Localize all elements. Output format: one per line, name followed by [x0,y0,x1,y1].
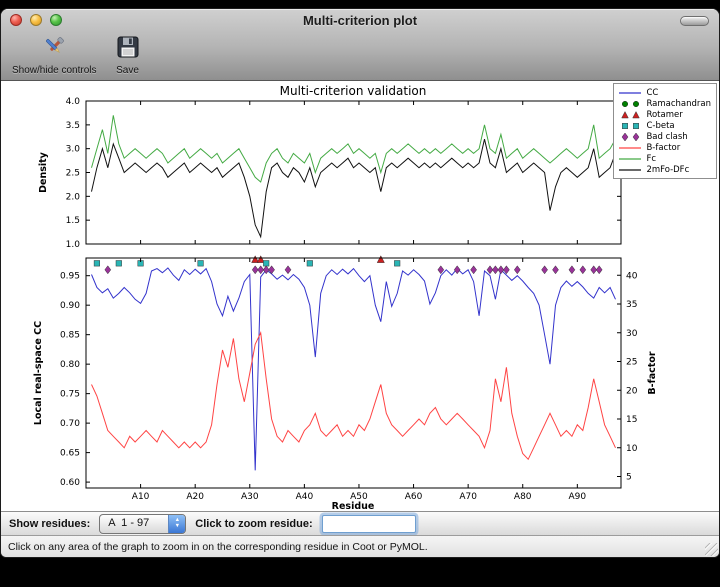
legend-entry-b-factor: B-factor [617,142,711,153]
b-factor-legend-glyph [617,143,643,153]
legend-entry-c-beta: C-beta [617,120,711,131]
resize-grip[interactable] [705,543,718,556]
svg-text:A70: A70 [459,492,477,502]
bfactor-axis-label: B-factor [647,351,658,394]
2mfo-dfc-legend-glyph [617,165,643,175]
legend-entry-rotamer: Rotamer [617,109,711,120]
svg-text:0.95: 0.95 [60,272,80,282]
svg-text:2.0: 2.0 [66,192,81,202]
svg-text:3.5: 3.5 [66,121,80,131]
figure-svg[interactable]: Multi-criterion validation Density Local… [1,81,717,511]
svg-text:40: 40 [626,271,638,281]
statusbar: Click on any area of the graph to zoom i… [1,535,719,557]
svg-text:0.90: 0.90 [60,301,80,311]
legend-entry-bad-clash: Bad clash [617,131,711,142]
toolbar-button-label: Save [116,65,139,76]
legend-label: Bad clash [646,132,687,142]
legend-label: B-factor [646,143,680,153]
svg-text:20: 20 [626,386,638,396]
status-text: Click on any area of the graph to zoom i… [8,541,428,553]
bad-clash-legend-glyph [617,132,643,142]
save-icon [115,34,141,65]
window-chrome: Multi-criterion plot [1,9,719,81]
legend-label: C-beta [646,121,674,131]
chain-range-select[interactable]: A 1 - 97 ▲▼ [99,514,186,534]
ramachandran-legend-glyph [617,99,643,109]
svg-text:0.80: 0.80 [60,360,80,370]
legend-entry-2mfo-dfc: 2mFo-DFc [617,164,711,175]
desktop: { "window": { "title": "Multi-criterion … [0,0,720,587]
svg-text:A60: A60 [405,492,423,502]
show-residues-label: Show residues: [9,518,90,530]
svg-text:10: 10 [626,444,638,454]
c-beta-legend-glyph [617,121,643,131]
plot-canvas[interactable]: Multi-criterion validation Density Local… [1,81,719,511]
svg-text:35: 35 [626,300,637,310]
minimize-button[interactable] [30,14,42,26]
svg-text:0.60: 0.60 [60,478,80,488]
save-button[interactable]: Save [108,33,148,77]
toolbar: Show/hide controls Save [1,31,719,80]
svg-text:0.75: 0.75 [60,390,80,400]
svg-text:A30: A30 [241,492,259,502]
legend-label: 2mFo-DFc [646,165,689,175]
plot-layers: 1.0 1.5 2.0 2.5 3.0 3.5 4.0 A10 A20 A30 A40 A50 A60 A… [60,97,638,502]
svg-text:15: 15 [626,415,637,425]
svg-text:4.0: 4.0 [66,97,81,107]
legend: CCRamachandranRotamerC-betaBad clashB-fa… [613,83,717,179]
residue-axis-label: Residue [332,501,375,511]
svg-text:A90: A90 [569,492,587,502]
traffic-lights [10,14,62,26]
svg-text:1.0: 1.0 [66,240,81,250]
zoom-residue-label: Click to zoom residue: [195,518,312,530]
controls-bar: Show residues: A 1 - 97 ▲▼ Click to zoom… [1,511,719,535]
cc-legend-glyph [617,88,643,98]
density-axis-label: Density [38,151,49,193]
svg-text:0.85: 0.85 [60,331,80,341]
svg-text:A50: A50 [350,492,368,502]
titlebar[interactable]: Multi-criterion plot [1,9,719,31]
svg-text:30: 30 [626,329,638,339]
toolbar-toggle-button[interactable] [680,16,709,26]
zoom-window-button[interactable] [50,14,62,26]
svg-text:3.0: 3.0 [66,145,81,155]
legend-label: Rotamer [646,110,682,120]
combo-stepper-icon: ▲▼ [168,515,185,533]
legend-label: Ramachandran [646,99,711,109]
rotamer-legend-glyph [617,110,643,120]
legend-entry-cc: CC [617,87,711,98]
svg-text:25: 25 [626,358,637,368]
svg-text:0.70: 0.70 [60,419,80,429]
svg-text:1.5: 1.5 [66,216,80,226]
svg-text:A20: A20 [186,492,204,502]
svg-text:A40: A40 [296,492,314,502]
cc-axis-label: Local real-space CC [33,321,44,425]
svg-text:5: 5 [626,473,632,483]
figure-title: Multi-criterion validation [280,84,427,98]
tools-icon [41,34,67,65]
legend-label: CC [646,88,658,98]
zoom-residue-input[interactable] [322,515,416,533]
svg-text:A80: A80 [514,492,532,502]
legend-entry-fc: Fc [617,153,711,164]
app-window: Multi-criterion plot [0,8,720,558]
svg-text:0.65: 0.65 [60,449,80,459]
legend-entry-ramachandran: Ramachandran [617,98,711,109]
legend-label: Fc [646,154,656,164]
fc-legend-glyph [617,154,643,164]
window-title: Multi-criterion plot [1,13,719,28]
close-button[interactable] [10,14,22,26]
show-hide-controls-button[interactable]: Show/hide controls [5,33,104,77]
svg-text:A10: A10 [132,492,150,502]
toolbar-button-label: Show/hide controls [12,65,97,76]
chain-range-value: A 1 - 97 [100,515,168,533]
svg-text:2.5: 2.5 [66,169,80,179]
